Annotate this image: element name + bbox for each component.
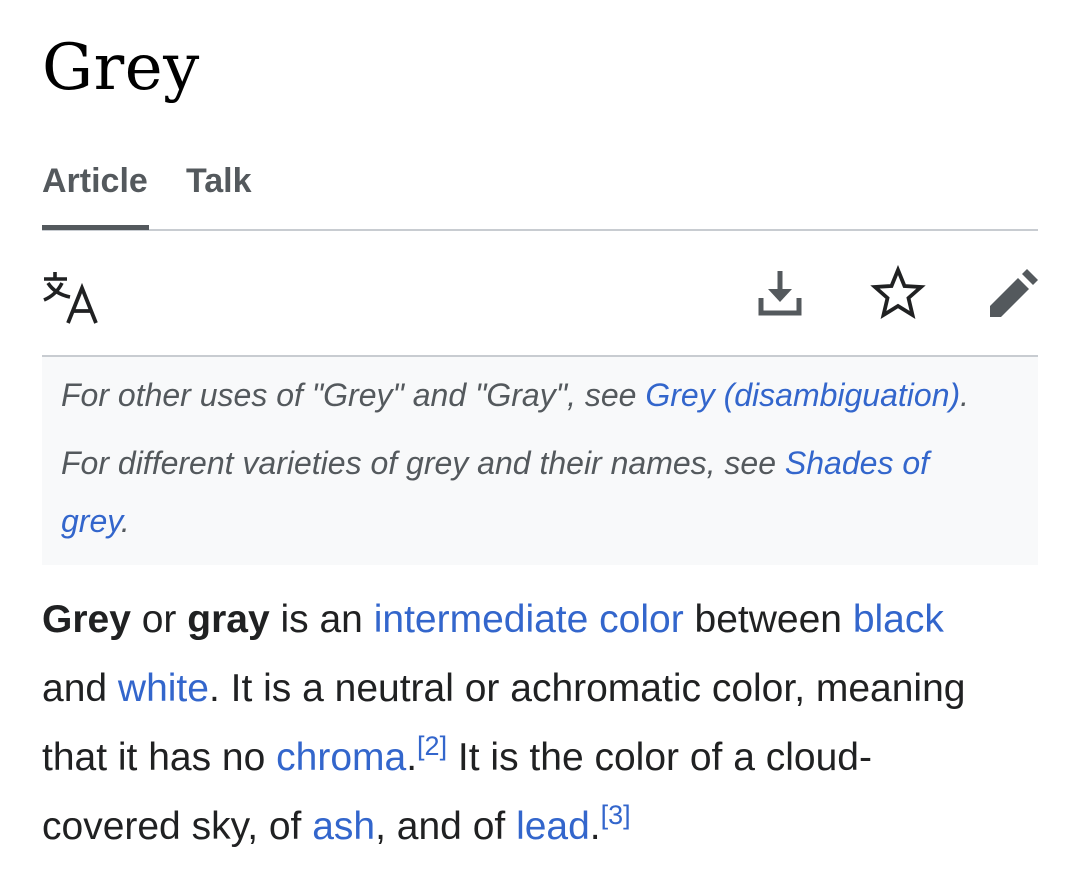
paragraph-line: that it has no chroma.[2] It is the colo… [42, 728, 872, 788]
download-button[interactable] [750, 265, 810, 325]
paragraph-line: Grey or gray is an intermediate color be… [42, 590, 944, 650]
link-white[interactable]: white [118, 667, 209, 710]
namespace-tabs: Article Talk [42, 155, 1038, 231]
hatnote-shades-continued: grey. [61, 503, 130, 540]
reference-3[interactable]: [3] [601, 800, 631, 830]
paragraph-line: and white. It is a neutral or achromatic… [42, 659, 965, 719]
language-button[interactable] [42, 267, 102, 327]
paragraph-text: . [589, 805, 601, 848]
tab-talk[interactable]: Talk [186, 155, 252, 229]
pencil-icon [990, 269, 1038, 317]
page-actions-toolbar [42, 231, 1038, 357]
hatnote-period: . [960, 377, 970, 413]
paragraph-text: and [42, 667, 118, 710]
paragraph-text: It is the color of a cloud- [447, 736, 872, 779]
link-shades-of-grey-continued[interactable]: grey [61, 503, 121, 539]
paragraph-line: covered sky, of ash, and of lead.[3] [42, 797, 631, 857]
paragraph-text: . It is a neutral or achromatic color, m… [208, 667, 966, 710]
hatnote-shades: For different varieties of grey and thei… [61, 445, 929, 482]
hatnote: For other uses of "Grey" and "Gray", see… [42, 357, 1038, 565]
reference-2[interactable]: [2] [417, 731, 447, 761]
translate-icon [43, 272, 98, 324]
watch-button[interactable] [868, 265, 928, 325]
download-icon [758, 271, 802, 316]
link-intermediate-color[interactable]: intermediate color [374, 598, 684, 641]
hatnote-period: . [120, 503, 130, 539]
link-ash[interactable]: ash [312, 805, 375, 848]
hatnote-disambiguation: For other uses of "Grey" and "Gray", see… [61, 377, 969, 414]
tab-article[interactable]: Article [42, 155, 150, 229]
paragraph-text: . [406, 736, 418, 779]
paragraph-text: , and of [375, 805, 517, 848]
link-chroma[interactable]: chroma [276, 736, 406, 779]
paragraph-text: or [130, 598, 188, 641]
bold-term-grey: Grey [42, 598, 131, 641]
hatnote-text: For different varieties of grey and thei… [61, 445, 785, 481]
paragraph-text: covered sky, of [42, 805, 313, 848]
paragraph-text: that it has no [42, 736, 277, 779]
paragraph-text: between [683, 598, 853, 641]
bold-term-gray: gray [187, 598, 270, 641]
active-tab-indicator [42, 225, 149, 230]
hatnote-text: For other uses of "Grey" and "Gray", see [61, 377, 646, 413]
link-shades-of-grey[interactable]: Shades of [785, 445, 929, 481]
page-title: Grey [42, 31, 200, 105]
link-lead[interactable]: lead [516, 805, 590, 848]
star-icon [870, 265, 926, 320]
edit-button[interactable] [982, 265, 1042, 325]
link-grey-disambiguation[interactable]: Grey (disambiguation) [645, 377, 960, 413]
paragraph-text: is an [269, 598, 374, 641]
link-black[interactable]: black [853, 598, 944, 641]
